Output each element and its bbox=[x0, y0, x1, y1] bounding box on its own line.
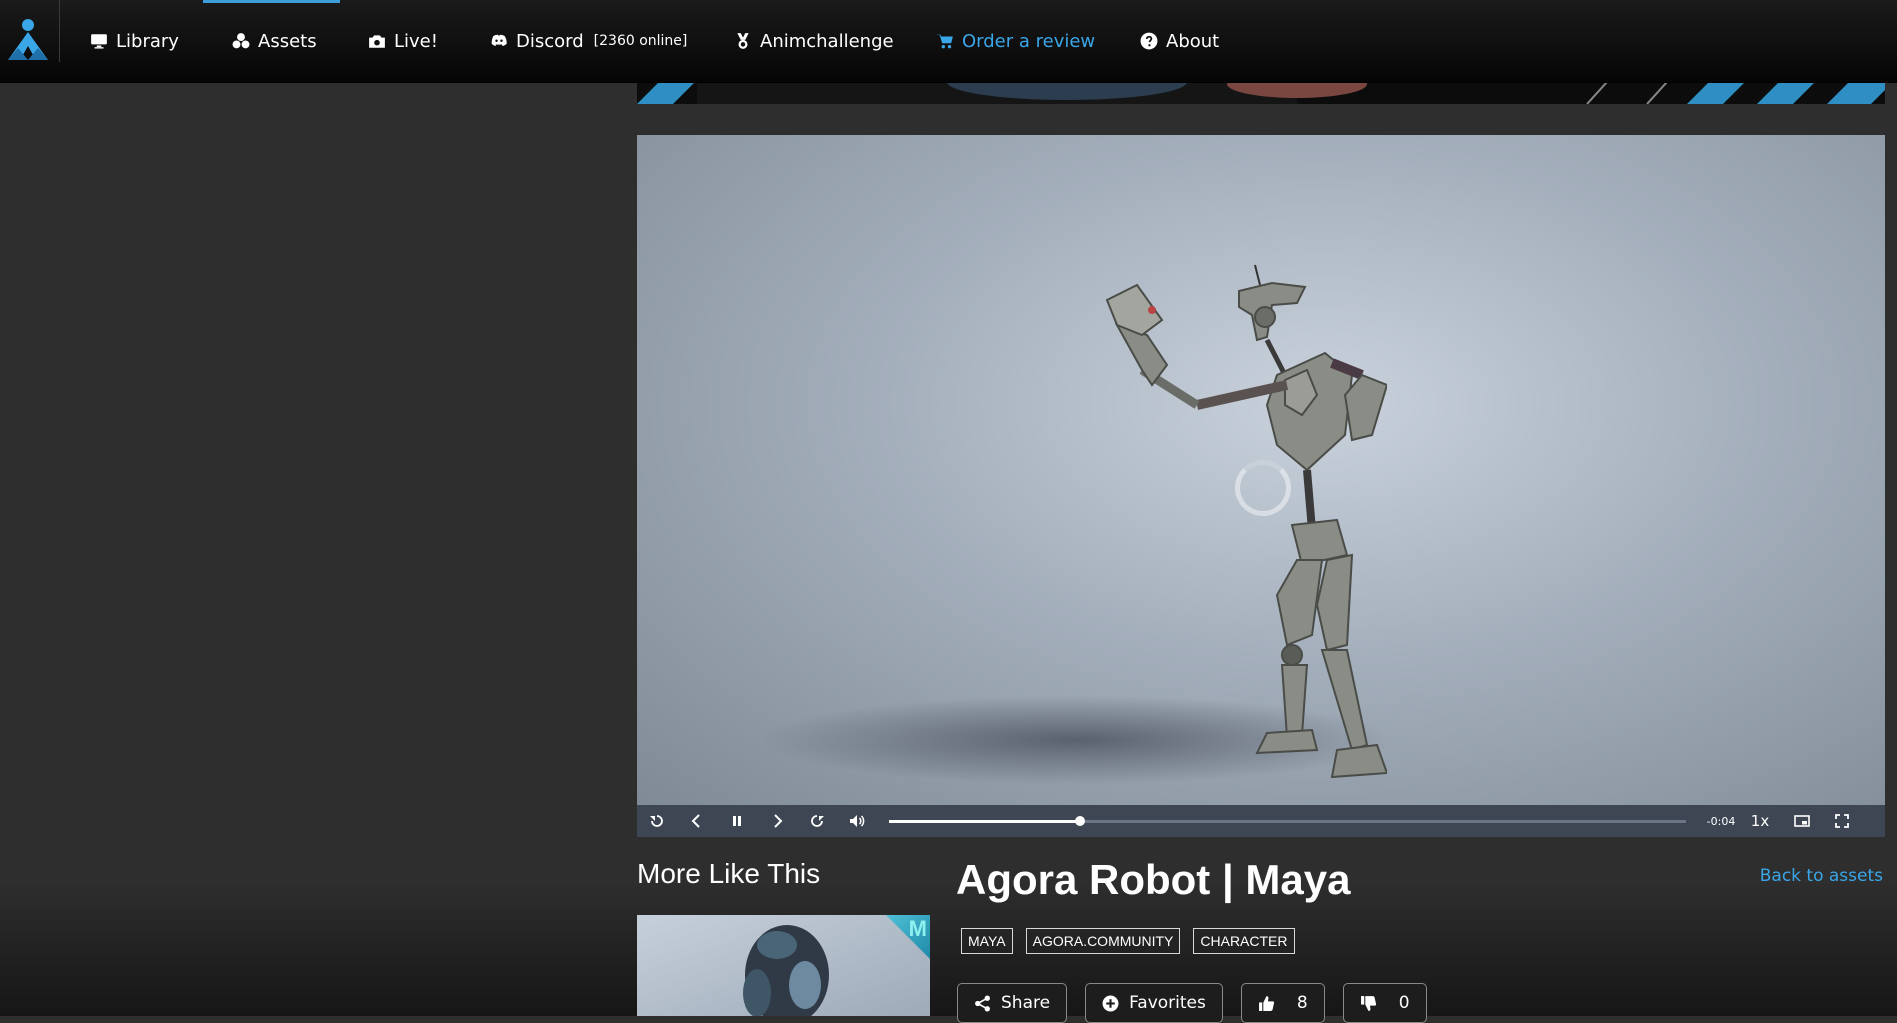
nav-assets[interactable]: Assets bbox=[232, 0, 317, 82]
banner-stripes bbox=[637, 82, 1885, 104]
nav-animchallenge-label: Animchallenge bbox=[760, 30, 894, 52]
dislike-count: 0 bbox=[1398, 993, 1410, 1013]
nav-about[interactable]: About bbox=[1140, 0, 1219, 82]
video-player[interactable] bbox=[637, 135, 1885, 805]
tag-character[interactable]: CHARACTER bbox=[1193, 928, 1295, 954]
favorites-label: Favorites bbox=[1129, 993, 1206, 1013]
share-icon bbox=[975, 995, 990, 1011]
rewind-icon bbox=[650, 815, 663, 827]
like-button[interactable]: 8 bbox=[1240, 983, 1325, 1023]
asset-title: Agora Robot | Maya bbox=[956, 856, 1351, 903]
monitor-icon bbox=[91, 34, 107, 49]
cubes-icon bbox=[232, 33, 250, 49]
volume-icon bbox=[850, 815, 865, 827]
camera-icon bbox=[369, 35, 385, 48]
nav-live[interactable]: Live! bbox=[368, 0, 438, 82]
thumbs-up-icon bbox=[1258, 995, 1274, 1011]
maya-badge-letter: M bbox=[908, 916, 927, 941]
video-progress-bar[interactable] bbox=[889, 815, 1686, 826]
nav-order-review-label: Order a review bbox=[962, 30, 1096, 52]
rewind-button[interactable] bbox=[637, 805, 677, 837]
forward-button[interactable] bbox=[797, 805, 837, 837]
page-bottom-gradient bbox=[0, 880, 1897, 1016]
header-banner-strip bbox=[637, 82, 1885, 104]
share-button[interactable]: Share bbox=[957, 983, 1068, 1023]
favorites-button[interactable]: Favorites bbox=[1085, 983, 1223, 1023]
video-controls-bar: -0:04 1x bbox=[637, 805, 1885, 837]
fullscreen-icon bbox=[1835, 814, 1849, 828]
nav-about-label: About bbox=[1166, 30, 1220, 52]
nav-library-label: Library bbox=[116, 30, 179, 52]
tag-maya[interactable]: MAYA bbox=[961, 928, 1013, 954]
dislike-button[interactable]: 0 bbox=[1342, 983, 1427, 1023]
nav-assets-label: Assets bbox=[258, 30, 317, 52]
fullscreen-button[interactable] bbox=[1822, 805, 1862, 837]
plus-circle-icon bbox=[1102, 995, 1119, 1011]
thumbs-down-icon bbox=[1360, 995, 1376, 1011]
picture-in-picture-icon bbox=[1794, 815, 1810, 827]
loading-spinner bbox=[1235, 460, 1291, 516]
back-to-assets-link[interactable]: Back to assets bbox=[1760, 866, 1883, 886]
playback-speed-button[interactable]: 1x bbox=[1738, 812, 1782, 830]
nav-discord[interactable]: Discord [2360 online] bbox=[490, 0, 687, 82]
chevron-left-icon bbox=[691, 814, 700, 828]
volume-button[interactable] bbox=[837, 805, 877, 837]
medal-icon bbox=[737, 33, 749, 49]
top-navbar: Library Assets Live! Discord [2360 onlin… bbox=[0, 0, 1897, 83]
picture-in-picture-button[interactable] bbox=[1782, 805, 1822, 837]
related-asset-thumbnail[interactable]: M bbox=[637, 915, 930, 1016]
nav-animchallenge[interactable]: Animchallenge bbox=[734, 0, 894, 82]
pause-icon bbox=[733, 816, 741, 826]
video-progress-fill bbox=[889, 819, 1081, 823]
discord-icon bbox=[491, 34, 507, 46]
previous-frame-button[interactable] bbox=[677, 805, 717, 837]
agora-logo-icon[interactable] bbox=[4, 18, 52, 62]
cart-icon bbox=[936, 34, 953, 49]
nav-live-label: Live! bbox=[394, 30, 438, 52]
share-label: Share bbox=[1001, 993, 1051, 1013]
asset-tags: MAYA AGORA.COMMUNITY CHARACTER bbox=[961, 928, 1295, 954]
time-remaining: -0:04 bbox=[1706, 814, 1736, 828]
question-icon bbox=[1140, 32, 1158, 50]
tag-agora-community[interactable]: AGORA.COMMUNITY bbox=[1025, 928, 1181, 954]
nav-order-review[interactable]: Order a review bbox=[936, 0, 1095, 82]
pause-button[interactable] bbox=[717, 805, 757, 837]
forward-icon bbox=[811, 815, 824, 827]
nav-library[interactable]: Library bbox=[90, 0, 179, 82]
chevron-right-icon bbox=[774, 814, 783, 828]
robot-character-image bbox=[1105, 264, 1387, 779]
related-asset-preview-image bbox=[743, 925, 829, 1016]
logo-divider bbox=[59, 0, 60, 62]
discord-online-count: [2360 online] bbox=[593, 33, 688, 49]
asset-actions: Share Favorites 8 0 bbox=[957, 983, 1427, 1023]
more-like-this-heading: More Like This bbox=[637, 858, 821, 889]
video-progress-handle[interactable] bbox=[1075, 815, 1086, 826]
like-count: 8 bbox=[1296, 993, 1308, 1013]
next-frame-button[interactable] bbox=[757, 805, 797, 837]
nav-discord-label: Discord bbox=[516, 30, 584, 52]
